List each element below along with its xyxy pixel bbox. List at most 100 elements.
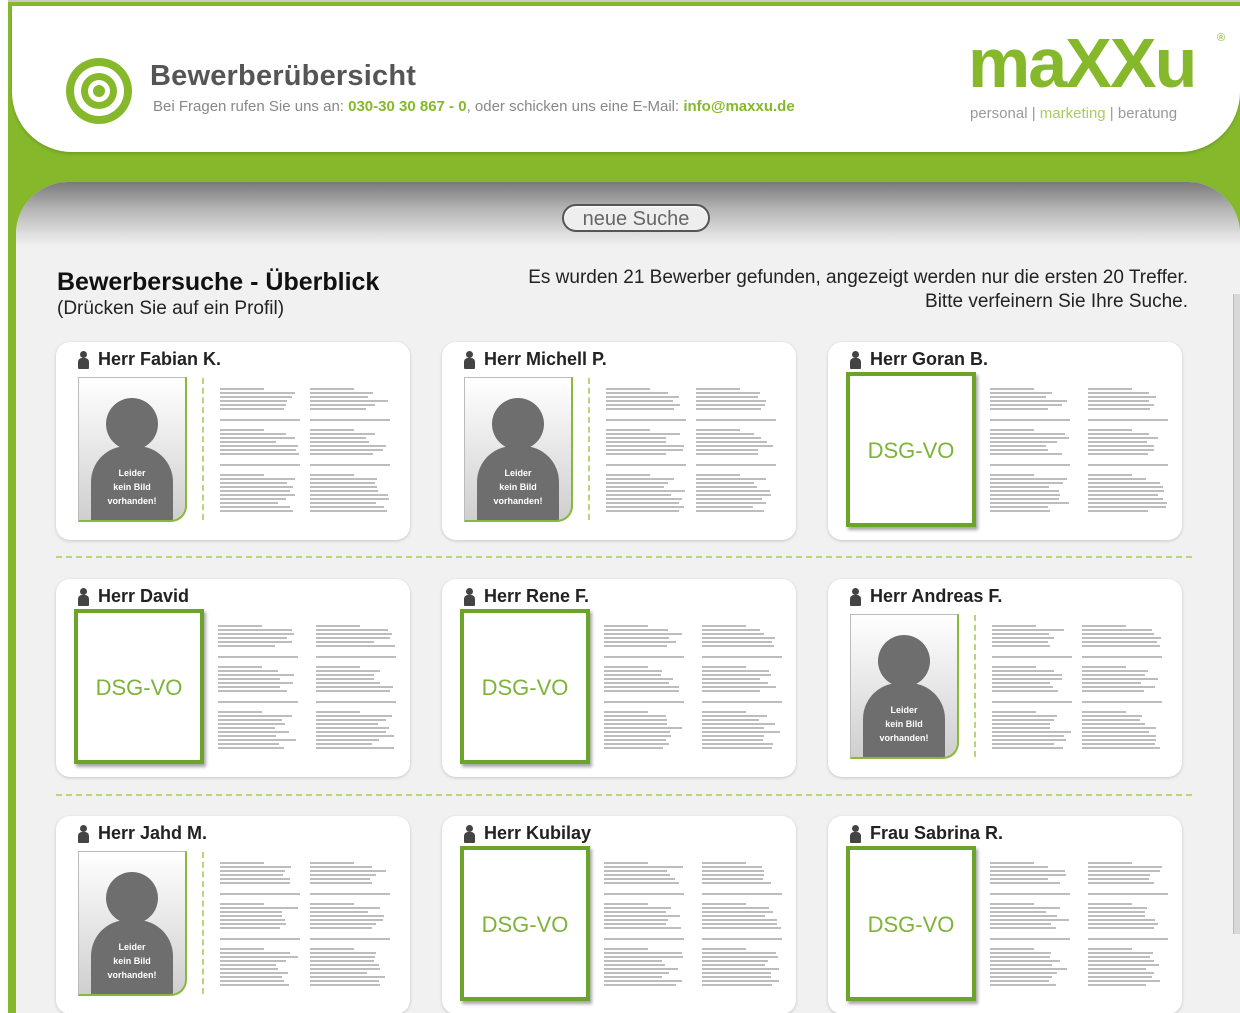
brand-xx: XX [1065, 24, 1154, 102]
dsg-vo-label: DSG-VO [850, 912, 972, 938]
no-photo-text-line: vorhanden! [91, 968, 173, 982]
no-photo-text-line: Leider [91, 466, 173, 480]
profile-text-preview [310, 380, 390, 520]
profile-text-preview [316, 617, 396, 757]
profile-text-preview [220, 380, 300, 520]
target-logo-icon [66, 58, 132, 124]
no-photo-text: Leider kein Bild vorhanden! [477, 466, 559, 508]
applicant-card[interactable]: Herr Kubilay DSG-VO [442, 816, 796, 1013]
applicant-name[interactable]: Herr Michell P. [484, 349, 607, 370]
tagline-beratung: beratung [1118, 105, 1177, 122]
header: Bewerberübersicht Bei Fragen rufen Sie u… [12, 6, 1240, 152]
applicant-name[interactable]: Herr David [98, 586, 189, 607]
profile-text-preview [990, 380, 1070, 520]
dsg-vo-placeholder: DSG-VO [74, 609, 204, 764]
profile-text-preview [1088, 380, 1168, 520]
brand-part2: u [1155, 24, 1196, 102]
profile-text-preview [696, 380, 776, 520]
no-photo-text-line: kein Bild [477, 480, 559, 494]
registered-mark: ® [1217, 32, 1225, 44]
no-photo-text: Leider kein Bild vorhanden! [863, 703, 945, 745]
dsg-vo-placeholder: DSG-VO [846, 372, 976, 527]
dsg-vo-placeholder: DSG-VO [460, 846, 590, 1001]
applicant-name[interactable]: Herr Goran B. [870, 349, 988, 370]
no-photo-text-line: vorhanden! [91, 494, 173, 508]
applicant-card[interactable]: Herr Michell P. Leider kein Bild vorhanden! [442, 342, 796, 540]
profile-text-preview [992, 617, 1072, 757]
profile-text-preview [218, 617, 298, 757]
applicant-name[interactable]: Herr Andreas F. [870, 586, 1002, 607]
applicant-name[interactable]: Herr Fabian K. [98, 349, 221, 370]
no-photo-text-line: kein Bild [91, 954, 173, 968]
contact-prefix: Bei Fragen rufen Sie uns an: [153, 98, 348, 115]
person-icon [464, 351, 474, 369]
profile-text-preview [1082, 617, 1162, 757]
dsg-vo-label: DSG-VO [464, 675, 586, 701]
brand-part1: ma [968, 24, 1065, 102]
dsg-vo-placeholder: DSG-VO [460, 609, 590, 764]
results-info-line-2: Bitte verfeinern Sie Ihre Suche. [528, 290, 1188, 314]
applicant-name[interactable]: Herr Kubilay [484, 823, 591, 844]
applicant-name[interactable]: Herr Jahd M. [98, 823, 207, 844]
new-search-button[interactable]: neue Suche [562, 204, 710, 232]
profile-text-preview [702, 617, 782, 757]
person-icon [464, 825, 474, 843]
results-panel: neue Suche Bewerbersuche - Überblick (Dr… [16, 182, 1240, 1013]
applicant-card[interactable]: Herr Goran B. DSG-VO [828, 342, 1182, 540]
person-icon [78, 825, 88, 843]
no-photo-text-line: vorhanden! [863, 731, 945, 745]
tagline-marketing: marketing [1040, 105, 1106, 122]
no-photo-avatar-icon: Leider kein Bild vorhanden! [78, 851, 187, 996]
person-icon [464, 588, 474, 606]
phone-number[interactable]: 030-30 30 867 - 0 [348, 98, 466, 115]
profile-text-preview [1088, 854, 1168, 994]
dsg-vo-label: DSG-VO [464, 912, 586, 938]
scrollbar[interactable] [1233, 294, 1240, 934]
person-icon [78, 588, 88, 606]
applicant-card[interactable]: Herr Jahd M. Leider kein Bild vorhanden! [56, 816, 410, 1013]
card-divider [202, 378, 204, 520]
tagline-sep-2: | [1106, 105, 1118, 122]
no-photo-text-line: Leider [863, 703, 945, 717]
applicant-name[interactable]: Frau Sabrina R. [870, 823, 1003, 844]
profile-text-preview [606, 380, 686, 520]
applicant-card[interactable]: Herr David DSG-VO [56, 579, 410, 777]
page-title: Bewerberübersicht [150, 60, 416, 93]
dsg-vo-label: DSG-VO [78, 675, 200, 701]
no-photo-text-line: Leider [477, 466, 559, 480]
profile-text-preview [310, 854, 390, 994]
person-icon [850, 588, 860, 606]
contact-middle: , oder schicken uns eine E-Mail: [467, 98, 684, 115]
dsg-vo-label: DSG-VO [850, 438, 972, 464]
no-photo-text: Leider kein Bild vorhanden! [91, 940, 173, 982]
email-link[interactable]: info@maxxu.de [683, 98, 794, 115]
applicant-card[interactable]: Herr Rene F. DSG-VO [442, 579, 796, 777]
no-photo-avatar-icon: Leider kein Bild vorhanden! [464, 377, 573, 522]
tagline-personal: personal [970, 105, 1028, 122]
applicant-name[interactable]: Herr Rene F. [484, 586, 589, 607]
results-subtitle: (Drücken Sie auf ein Profil) [57, 298, 284, 320]
applicant-card[interactable]: Herr Fabian K. Leider kein Bild vorhanden! [56, 342, 410, 540]
brand-tagline: personal | marketing | beratung [970, 105, 1177, 122]
no-photo-avatar-icon: Leider kein Bild vorhanden! [850, 614, 959, 759]
person-icon [78, 351, 88, 369]
no-photo-avatar-icon: Leider kein Bild vorhanden! [78, 377, 187, 522]
no-photo-text-line: kein Bild [863, 717, 945, 731]
tagline-sep-1: | [1028, 105, 1040, 122]
results-info: Es wurden 21 Bewerber gefunden, angezeig… [528, 266, 1188, 314]
results-info-line-1: Es wurden 21 Bewerber gefunden, angezeig… [528, 266, 1188, 290]
profile-text-preview [990, 854, 1070, 994]
profile-text-preview [702, 854, 782, 994]
person-icon [850, 351, 860, 369]
no-photo-text: Leider kein Bild vorhanden! [91, 466, 173, 508]
no-photo-text-line: kein Bild [91, 480, 173, 494]
applicant-card[interactable]: Frau Sabrina R. DSG-VO [828, 816, 1182, 1013]
top-border [8, 0, 1240, 2]
person-icon [850, 825, 860, 843]
contact-info: Bei Fragen rufen Sie uns an: 030-30 30 8… [153, 98, 795, 115]
applicant-card[interactable]: Herr Andreas F. Leider kein Bild vorhanden! [828, 579, 1182, 777]
profile-text-preview [604, 617, 684, 757]
dsg-vo-placeholder: DSG-VO [846, 846, 976, 1001]
card-divider [588, 378, 590, 520]
row-separator [56, 556, 1192, 558]
